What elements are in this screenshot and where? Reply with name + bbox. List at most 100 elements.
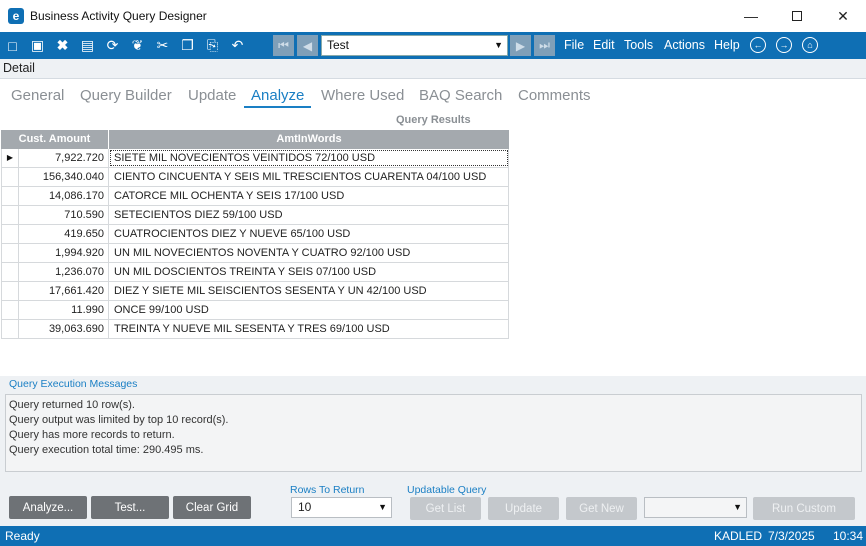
close-window-button[interactable]: ✕ <box>820 0 866 32</box>
cell-cust-amount[interactable]: 419.650 <box>19 225 109 243</box>
table-row[interactable]: 156,340.040 CIENTO CINCUENTA Y SEIS MIL T… <box>1 168 509 187</box>
scissors-icon: ✂ <box>156 37 169 53</box>
cell-cust-amount[interactable]: 156,340.040 <box>19 168 109 186</box>
undo-icon: ↶ <box>231 37 244 53</box>
row-selector[interactable] <box>1 320 19 338</box>
cell-amt-in-words[interactable]: UN MIL NOVECIENTOS NOVENTA Y CUATRO 92/1… <box>109 244 509 262</box>
row-selector[interactable] <box>1 225 19 243</box>
update-button[interactable]: Update <box>488 497 559 520</box>
delete-x-icon: ✖ <box>56 37 69 53</box>
new-button[interactable]: □ <box>0 33 25 58</box>
forward-button[interactable]: → <box>776 37 792 53</box>
table-row[interactable]: ▶ 7,922.720 SIETE MIL NOVECIENTOS VEINTIDO… <box>1 149 509 168</box>
undo-button[interactable]: ↶ <box>225 33 250 58</box>
copy-button[interactable]: ❐ <box>175 33 200 58</box>
row-selector[interactable] <box>1 206 19 224</box>
custom-action-select[interactable]: ▼ <box>644 497 747 518</box>
cell-amt-in-words[interactable]: SIETE MIL NOVECIENTOS VEINTIDOS 72/100 U… <box>109 149 509 167</box>
cell-amt-in-words[interactable]: ONCE 99/100 USD <box>109 301 509 319</box>
row-selector[interactable] <box>1 187 19 205</box>
status-user: KADLED <box>714 529 763 543</box>
menu-file[interactable]: File <box>564 38 584 52</box>
menu-help[interactable]: Help <box>714 38 740 52</box>
query-results-grid: Cust. Amount AmtInWords ▶ 7,922.720 SIETE … <box>1 130 509 339</box>
cell-amt-in-words[interactable]: CIENTO CINCUENTA Y SEIS MIL TRESCIENTOS … <box>109 168 509 186</box>
chevron-down-icon: ▼ <box>733 502 742 512</box>
clear-grid-button[interactable]: Clear Grid <box>173 496 251 519</box>
back-button[interactable]: ← <box>750 37 766 53</box>
row-selector[interactable] <box>1 244 19 262</box>
row-selector[interactable] <box>1 168 19 186</box>
table-row[interactable]: 11.990 ONCE 99/100 USD <box>1 301 509 320</box>
cell-amt-in-words[interactable]: TREINTA Y NUEVE MIL SESENTA Y TRES 69/10… <box>109 320 509 338</box>
row-selector-arrow-icon[interactable]: ▶ <box>1 149 19 167</box>
cell-cust-amount[interactable]: 7,922.720 <box>19 149 109 167</box>
menu-actions[interactable]: Actions <box>664 38 705 52</box>
tab-where-used[interactable]: Where Used <box>321 87 404 104</box>
row-selector[interactable] <box>1 282 19 300</box>
run-custom-button[interactable]: Run Custom <box>753 497 855 520</box>
cell-amt-in-words[interactable]: CUATROCIENTOS DIEZ Y NUEVE 65/100 USD <box>109 225 509 243</box>
cell-amt-in-words[interactable]: UN MIL DOSCIENTOS TREINTA Y SEIS 07/100 … <box>109 263 509 281</box>
row-selector[interactable] <box>1 263 19 281</box>
table-row[interactable]: 14,086.170 CATORCE MIL OCHENTA Y SEIS 17/… <box>1 187 509 206</box>
cell-amt-in-words[interactable]: SETECIENTOS DIEZ 59/100 USD <box>109 206 509 224</box>
row-selector[interactable] <box>1 301 19 319</box>
column-header-amt-in-words[interactable]: AmtInWords <box>109 130 509 149</box>
tab-strip: General Query Builder Update Analyze Whe… <box>0 84 866 110</box>
query-id-combo[interactable]: Test ▼ <box>321 35 508 56</box>
table-row[interactable]: 1,994.920 UN MIL NOVECIENTOS NOVENTA Y CU… <box>1 244 509 263</box>
status-time: 10:34 <box>833 529 864 543</box>
test-button[interactable]: Test... <box>91 496 169 519</box>
delete-button[interactable]: ✖ <box>50 33 75 58</box>
tab-general[interactable]: General <box>11 87 64 104</box>
query-id-value: Test <box>327 38 350 52</box>
refresh-button[interactable]: ⟳ <box>100 33 125 58</box>
cell-amt-in-words[interactable]: DIEZ Y SIETE MIL SEISCIENTOS SESENTA Y U… <box>109 282 509 300</box>
rows-to-return-select[interactable]: 10 ▼ <box>291 497 392 518</box>
first-record-button[interactable]: ⏮ <box>273 35 294 56</box>
cell-cust-amount[interactable]: 1,236.070 <box>19 263 109 281</box>
home-button[interactable]: ⌂ <box>802 37 818 53</box>
table-row[interactable]: 17,661.420 DIEZ Y SIETE MIL SEISCIENTOS S… <box>1 282 509 301</box>
cell-cust-amount[interactable]: 710.590 <box>19 206 109 224</box>
broom-icon: ❦ <box>131 37 144 53</box>
cell-cust-amount[interactable]: 11.990 <box>19 301 109 319</box>
table-row[interactable]: 419.650 CUATROCIENTOS DIEZ Y NUEVE 65/100… <box>1 225 509 244</box>
cell-cust-amount[interactable]: 1,994.920 <box>19 244 109 262</box>
table-row[interactable]: 1,236.070 UN MIL DOSCIENTOS TREINTA Y SEI… <box>1 263 509 282</box>
table-row[interactable]: 39,063.690 TREINTA Y NUEVE MIL SESENTA Y … <box>1 320 509 339</box>
column-header-cust-amount[interactable]: Cust. Amount <box>1 130 109 149</box>
cell-cust-amount[interactable]: 39,063.690 <box>19 320 109 338</box>
tab-update[interactable]: Update <box>188 87 236 104</box>
paste-button[interactable]: ⎘ <box>200 33 225 58</box>
cell-cust-amount[interactable]: 17,661.420 <box>19 282 109 300</box>
get-list-button[interactable]: Get List <box>410 497 481 520</box>
table-row[interactable]: 710.590 SETECIENTOS DIEZ 59/100 USD <box>1 206 509 225</box>
tab-comments[interactable]: Comments <box>518 87 591 104</box>
maximize-button[interactable] <box>774 0 820 32</box>
save-icon: ▣ <box>30 37 45 53</box>
tab-baq-search[interactable]: BAQ Search <box>419 87 502 104</box>
menu-tools[interactable]: Tools <box>624 38 653 52</box>
last-record-button[interactable]: ⏭ <box>534 35 555 56</box>
menu-edit[interactable]: Edit <box>593 38 615 52</box>
bottom-controls: Analyze... Test... Clear Grid Rows To Re… <box>0 476 866 526</box>
rows-to-return-label: Rows To Return <box>290 484 365 496</box>
analyze-button[interactable]: Analyze... <box>9 496 87 519</box>
cell-cust-amount[interactable]: 14,086.170 <box>19 187 109 205</box>
maximize-icon <box>792 11 802 21</box>
get-new-button[interactable]: Get New <box>566 497 637 520</box>
minimize-button[interactable]: — <box>728 0 774 32</box>
attachment-button[interactable]: ▤ <box>75 33 100 58</box>
close-icon: ✕ <box>837 7 849 24</box>
previous-record-button[interactable]: ◀ <box>297 35 318 56</box>
cut-button[interactable]: ✂ <box>150 33 175 58</box>
cell-amt-in-words[interactable]: CATORCE MIL OCHENTA Y SEIS 17/100 USD <box>109 187 509 205</box>
tab-query-builder[interactable]: Query Builder <box>80 87 172 104</box>
clear-button[interactable]: ❦ <box>125 33 150 58</box>
save-button[interactable]: ▣ <box>25 33 50 58</box>
paste-icon: ⎘ <box>206 37 219 53</box>
tab-analyze[interactable]: Analyze <box>251 87 304 104</box>
next-record-button[interactable]: ▶ <box>510 35 531 56</box>
